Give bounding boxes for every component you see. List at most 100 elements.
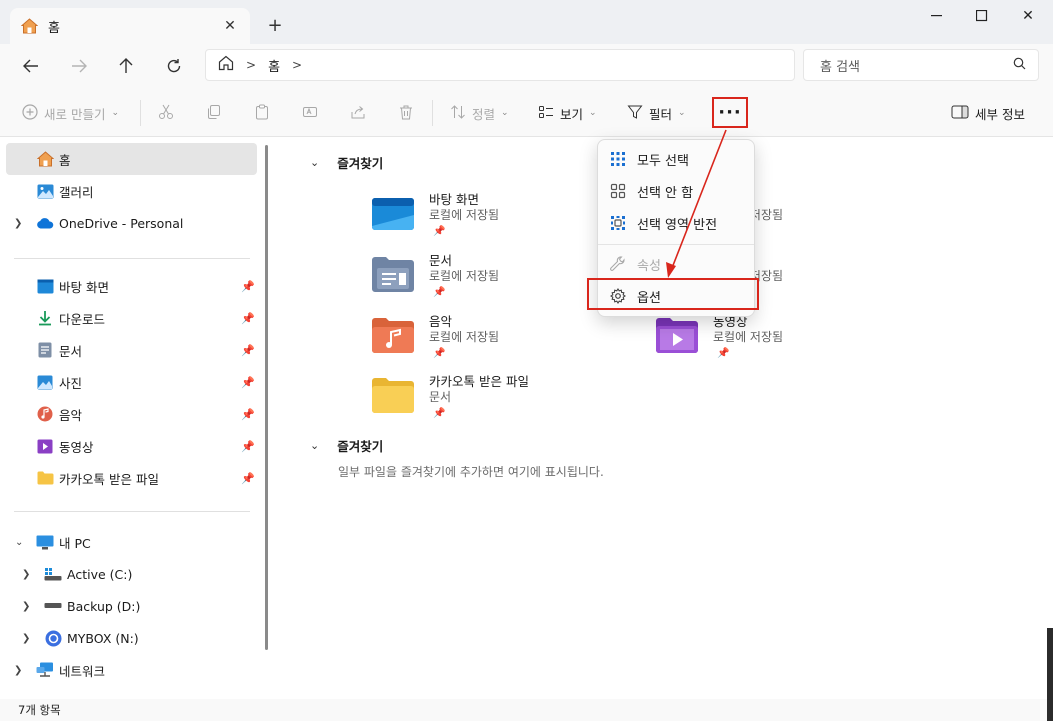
pin-icon: 📌 [433,408,446,419]
pin-icon[interactable]: 📌 [241,344,255,357]
refresh-icon[interactable] [160,52,188,80]
chevron-down-icon: ⌄ [589,108,597,118]
sidebar-item-this-pc[interactable]: ⌄ 내 PC [6,526,257,558]
menu-item-invert-selection[interactable]: 선택 영역 반전 [602,207,752,239]
chevron-right-icon[interactable]: ❯ [14,665,22,676]
cloud-icon [36,214,54,232]
delete-button[interactable] [398,100,414,126]
computer-icon [36,533,54,551]
pin-icon[interactable]: 📌 [241,280,255,293]
close-window-icon[interactable]: ✕ [1005,0,1051,32]
menu-item-select-all[interactable]: 모두 선택 [602,143,752,175]
home-icon [20,17,38,35]
arrow-right-icon[interactable] [65,52,93,80]
folder-tile-desktop[interactable]: 바탕 화면 로컬에 저장됨 📌 [371,189,631,243]
pin-icon[interactable]: 📌 [241,408,255,421]
sidebar-item-pictures[interactable]: 사진 📌 [6,366,257,398]
chevron-right-icon[interactable]: ❯ [22,601,30,612]
sidebar-item-onedrive[interactable]: ❯ OneDrive - Personal [6,207,257,239]
select-none-icon [609,182,627,200]
music-icon [372,318,414,353]
filter-label: 필터 [649,106,673,122]
clipboard-icon [254,104,270,123]
item-count: 7개 항목 [18,703,61,717]
pin-icon[interactable]: 📌 [241,472,255,485]
sidebar-item-label: 네트워크 [59,663,106,679]
sidebar-item-label: Active (C:) [67,566,133,582]
chevron-right-icon[interactable]: ❯ [22,569,30,580]
folder-tile-kakaotalk[interactable]: 카카오톡 받은 파일 문서 📌 [371,371,631,425]
tile-status: 로컬에 저장됨 [429,269,500,283]
tab-home[interactable]: 홈 ✕ [10,8,250,44]
sort-label: 정렬 [472,106,496,122]
arrow-left-icon[interactable] [17,52,45,80]
divider [598,244,754,245]
section-title: 즐겨찾기 [337,156,384,171]
close-icon[interactable]: ✕ [220,16,240,36]
sidebar-item-downloads[interactable]: 다운로드 📌 [6,302,257,334]
sort-button[interactable]: 정렬 ⌄ [450,100,509,126]
new-button[interactable]: 새로 만들기 ⌄ [22,100,119,126]
maximize-icon[interactable] [959,0,1005,32]
search-icon [1013,57,1026,74]
chevron-down-icon[interactable]: ⌄ [310,156,319,169]
sidebar-item-drive-c[interactable]: ❯ Active (C:) [6,558,257,590]
new-tab-button[interactable]: + [264,14,286,36]
gallery-icon [36,182,54,200]
see-more-button[interactable]: ··· [712,97,748,128]
minimize-icon[interactable] [914,0,960,32]
arrow-up-icon[interactable] [112,52,140,80]
chevron-right-icon[interactable]: ❯ [22,633,30,644]
sidebar-item-documents[interactable]: 문서 📌 [6,334,257,366]
home-icon[interactable] [218,55,234,75]
download-icon [36,309,54,327]
section-header-quick-access[interactable]: ⌄ 즐겨찾기 [310,153,383,172]
address-bar[interactable]: > 홈 > [205,49,795,81]
breadcrumb-home[interactable]: 홈 [268,56,280,75]
cut-button[interactable] [158,100,174,126]
pin-icon[interactable]: 📌 [241,440,255,453]
section-header-favorites[interactable]: ⌄ 즐겨찾기 [310,436,383,455]
drive-icon [44,597,62,615]
sidebar-item-videos[interactable]: 동영상 📌 [6,430,257,462]
menu-item-label: 선택 영역 반전 [637,217,718,233]
copy-button[interactable] [206,100,222,126]
filter-button[interactable]: 필터 ⌄ [627,100,686,126]
sidebar-scrollbar[interactable] [265,145,268,650]
chevron-down-icon[interactable]: ⌄ [310,439,319,452]
trash-icon [398,104,414,123]
new-label: 새로 만들기 [44,106,106,122]
sidebar-item-network[interactable]: ❯ 네트워크 [6,654,257,686]
sidebar-item-label: 바탕 화면 [59,279,109,295]
title-bar: 홈 ✕ + ✕ [0,0,1053,44]
sidebar-item-kakaotalk-files[interactable]: 카카오톡 받은 파일 📌 [6,462,257,494]
sidebar-item-home[interactable]: 홈 [6,143,257,175]
menu-item-select-none[interactable]: 선택 안 함 [602,175,752,207]
navigation-bar: > 홈 > 홈 검색 [0,44,1053,88]
menu-item-label: 선택 안 함 [637,185,694,201]
details-button[interactable]: 세부 정보 [951,100,1025,126]
chevron-down-icon[interactable]: ⌄ [15,537,23,548]
menu-item-properties[interactable]: 속성 [602,248,752,280]
search-input[interactable]: 홈 검색 [803,49,1039,81]
pin-icon[interactable]: 📌 [241,312,255,325]
share-button[interactable] [350,100,366,126]
chevron-right-icon[interactable]: > [292,58,302,72]
sidebar-item-label: 음악 [59,407,83,423]
paste-button[interactable] [254,100,270,126]
sidebar-item-drive-n[interactable]: ❯ MYBOX (N:) [6,622,257,654]
rename-button[interactable] [302,100,318,126]
folder-tile-videos[interactable]: 동영상 로컬에 저장됨 📌 [655,311,915,365]
chevron-right-icon[interactable]: ❯ [14,218,22,229]
menu-item-label: 모두 선택 [637,153,689,169]
folder-tile-music[interactable]: 음악 로컬에 저장됨 📌 [371,311,631,365]
pin-icon[interactable]: 📌 [241,376,255,389]
view-button[interactable]: 보기 ⌄ [538,100,597,126]
sidebar-item-label: Backup (D:) [67,598,141,614]
sidebar-item-desktop[interactable]: 바탕 화면 📌 [6,270,257,302]
folder-icon [36,469,54,487]
sidebar-item-drive-d[interactable]: ❯ Backup (D:) [6,590,257,622]
sidebar-item-music[interactable]: 음악 📌 [6,398,257,430]
sidebar-item-gallery[interactable]: 갤러리 [6,175,257,207]
chevron-right-icon[interactable]: > [246,58,256,72]
